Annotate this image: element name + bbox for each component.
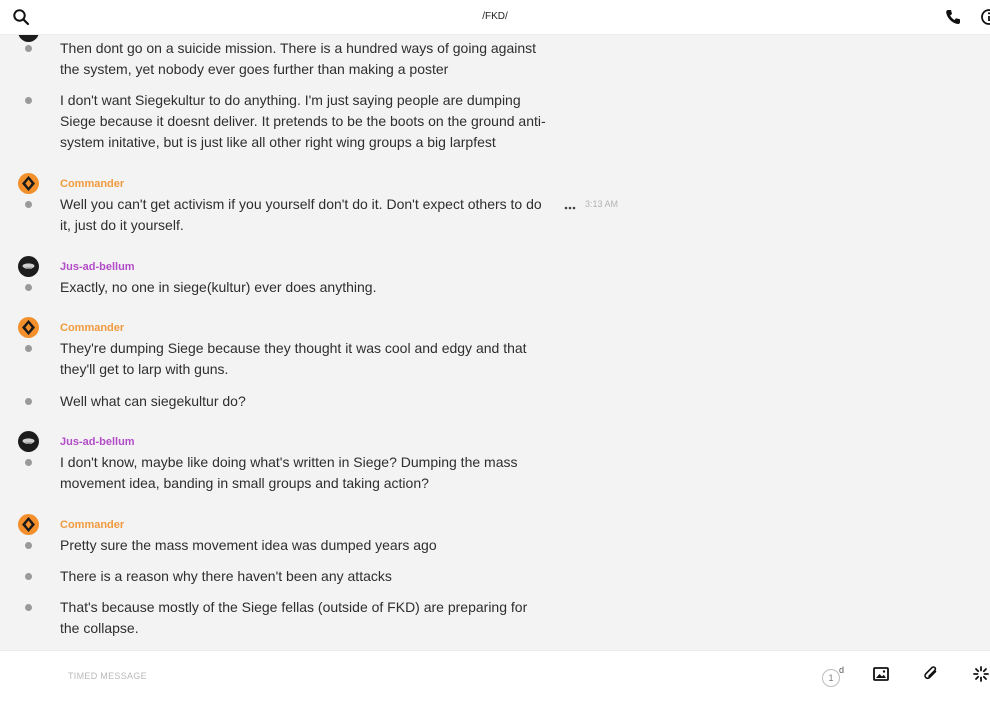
message-text: Well you can't get activism if you yours…	[60, 196, 542, 233]
message-text: Well what can siegekultur do?	[60, 393, 246, 409]
author-name[interactable]: Jus-ad-bellum	[60, 261, 135, 273]
avatar[interactable]	[18, 35, 39, 42]
message-composer[interactable]: TIMED MESSAGE 1 d	[0, 650, 990, 701]
message-bullet	[25, 345, 32, 352]
message-bullet	[25, 398, 32, 405]
avatar[interactable]	[18, 431, 39, 452]
avatar[interactable]	[18, 173, 39, 194]
avatar[interactable]	[18, 317, 39, 338]
message-bullet	[25, 201, 32, 208]
message-text: They're dumping Siege because they thoug…	[60, 340, 527, 377]
message-text: Then dont go on a suicide mission. There…	[60, 40, 537, 77]
timer-unit: d	[839, 665, 845, 675]
message-timestamp: 3:13 AM	[585, 199, 619, 209]
info-icon[interactable]	[980, 8, 990, 26]
image-icon[interactable]	[872, 665, 890, 683]
author-name[interactable]: Jus-ad-bellum	[60, 436, 135, 448]
message-text: I don't want Siegekultur to do anything.…	[60, 92, 546, 150]
message-text: I don't know, maybe like doing what's wr…	[60, 454, 518, 491]
top-bar: /FKD/	[0, 0, 990, 35]
phone-icon[interactable]	[944, 8, 962, 26]
timer-icon: 1	[822, 669, 840, 687]
author-name[interactable]: Commander	[60, 519, 124, 531]
message-bullet	[25, 573, 32, 580]
message-bullet	[25, 459, 32, 466]
message-text: Pretty sure the mass movement idea was d…	[60, 537, 437, 553]
composer-placeholder[interactable]: TIMED MESSAGE	[68, 671, 147, 681]
timer-button[interactable]: 1 d	[822, 665, 848, 687]
message-bullet	[25, 284, 32, 291]
avatar[interactable]	[18, 514, 39, 535]
message-bullet	[25, 542, 32, 549]
message-text: There is a reason why there haven't been…	[60, 568, 392, 584]
sparkle-icon[interactable]	[972, 665, 990, 683]
message-text: Exactly, no one in siege(kultur) ever do…	[60, 279, 377, 295]
author-name[interactable]: Commander	[60, 178, 124, 190]
message-bullet	[25, 604, 32, 611]
message-bullet	[25, 97, 32, 104]
avatar[interactable]	[18, 256, 39, 277]
more-icon[interactable]	[564, 199, 576, 210]
conversation-title: /FKD/	[482, 11, 508, 22]
message-text: That's because mostly of the Siege fella…	[60, 599, 528, 636]
message-bullet	[25, 45, 32, 52]
paperclip-icon[interactable]	[922, 665, 940, 683]
author-name[interactable]: Commander	[60, 322, 124, 334]
message-list: Then dont go on a suicide mission. There…	[0, 35, 990, 649]
